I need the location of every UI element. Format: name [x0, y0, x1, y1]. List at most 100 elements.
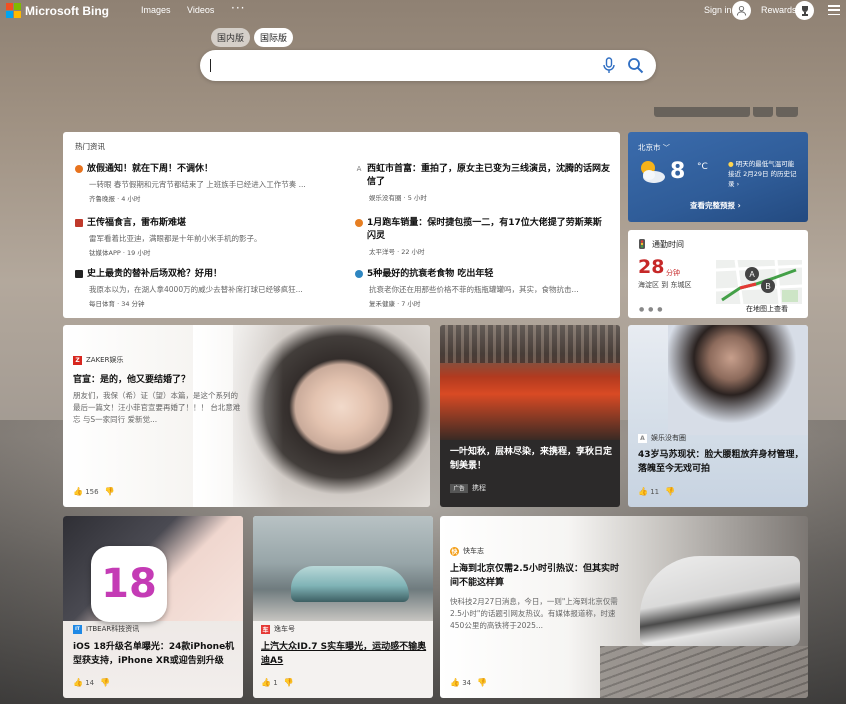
more-icon[interactable]: ··· — [231, 1, 245, 15]
news-card-id7s[interactable]: 车逸车号 上汽大众ID.7 S实车曝光，运动感不输奥迪A5 👍 1 👎 — [253, 516, 433, 698]
news-item[interactable]: 放假通知！就在下周！不调休！ 一转眼 春节假期和元宵节都结束了 上班族手已经进入… — [75, 163, 330, 203]
news-card-train[interactable]: 快快车志 上海到北京仅需2.5小时引热议：但其实时间不能这样算 快科技2月27日… — [440, 516, 808, 698]
source-icon — [75, 219, 83, 227]
weather-city[interactable]: 北京市 ﹀ — [638, 142, 670, 153]
card-snippet: 朋友们，我保（希）证（望）本篇，是这个系列的最后一篇文！汪小菲官宣要再婚了！！！… — [73, 391, 241, 424]
search-box[interactable] — [200, 50, 656, 81]
news-card-wedding[interactable]: Z ZAKER娱乐 官宣：是的，他又要结婚了？ 朋友们，我保（希）证（望）本篇，是… — [63, 325, 430, 507]
source-icon — [355, 270, 363, 278]
background-controls[interactable] — [654, 107, 798, 117]
top-header: Microsoft Bing Images Videos ··· Sign in… — [0, 0, 846, 22]
weather-alert[interactable]: ● 明天的最低气温可能接近 2月29日 的历史记录 › — [728, 159, 800, 189]
like-button[interactable]: 👍 1 — [261, 678, 278, 687]
user-icon — [736, 6, 747, 16]
map-marker-b: B — [765, 282, 770, 291]
card-source: IT ITBEAR科技资讯 — [73, 624, 139, 634]
microphone-icon[interactable] — [602, 57, 616, 74]
alert-icon: ● — [728, 160, 734, 168]
car-image — [291, 566, 409, 602]
commute-minutes-label: 分钟 — [666, 269, 680, 277]
thumbs-down-icon[interactable]: 👎 — [477, 678, 487, 687]
commute-map[interactable]: A B — [716, 260, 802, 304]
nav-images[interactable]: Images — [141, 5, 171, 15]
region-tabs: 国内版 国际版 — [211, 28, 294, 47]
source-icon — [75, 165, 83, 173]
thumbs-up-icon: 👍 — [261, 678, 271, 687]
card-reactions: 👍 34 👎 — [450, 678, 487, 687]
full-forecast-link[interactable]: 查看完整预报 › — [690, 200, 741, 211]
chevron-down-icon: ﹀ — [662, 144, 670, 152]
card-title[interactable]: 上海到北京仅需2.5小时引热议：但其实时间不能这样算 — [450, 562, 620, 590]
news-item[interactable]: 1月跑车销量：保时捷包揽一二，有17位大佬提了劳斯莱斯闪灵 太平洋号 · 22 … — [355, 217, 610, 256]
logo-text: Microsoft Bing — [25, 3, 109, 18]
nav-videos[interactable]: Videos — [187, 5, 214, 15]
news-card-masu[interactable]: A 娱乐没有圈 43岁马苏现状：脸大腰粗放弃身材管理，落魄至今无戏可拍 👍 11 … — [628, 325, 808, 507]
partly-cloudy-icon — [641, 161, 665, 183]
card-source: 广告 携程 — [450, 483, 486, 493]
tab-international[interactable]: 国际版 — [254, 28, 294, 47]
source-icon: A — [638, 433, 647, 443]
thumbs-down-icon[interactable]: 👎 — [284, 678, 294, 687]
temperature-unit: °C — [697, 162, 708, 172]
map-marker-a: A — [749, 270, 755, 279]
weather-card[interactable]: 北京市 ﹀ 8 °C ● 明天的最低气温可能接近 2月29日 的历史记录 › 查… — [628, 132, 808, 222]
news-item[interactable]: 5种最好的抗衰老食物 吃出年轻 抗衰老你还在用那些价格不菲的瓶瓶罐罐吗，其实，食… — [355, 268, 610, 308]
card-title[interactable]: iOS 18升级名单曝光：24款iPhone机型获支持，iPhone XR或迎告… — [73, 640, 241, 668]
card-title[interactable]: 官宣：是的，他又要结婚了？ — [73, 373, 243, 387]
itbear-icon: IT — [73, 624, 82, 634]
hamburger-menu-icon[interactable] — [828, 5, 840, 15]
source-icon: 车 — [261, 624, 270, 634]
card-source: 车逸车号 — [261, 624, 295, 634]
card-snippet: 快科技2月27日消息，今日，一则"上海到北京仅需2.5小时"的话题引网友热议。有… — [450, 597, 618, 630]
source-icon: 快 — [450, 546, 459, 556]
card-title[interactable]: 一叶知秋，层林尽染，来携程，享秋日定制美景！ — [450, 445, 612, 473]
thumbs-up-icon: 👍 — [73, 487, 83, 496]
avatar[interactable] — [732, 1, 751, 20]
view-on-map-link[interactable]: 在地图上查看 — [746, 304, 788, 314]
temperature: 8 — [670, 159, 686, 184]
hot-news-card: 热门资讯 放假通知！就在下周！不调休！ 一转眼 春节假期和元宵节都结束了 上班族… — [63, 132, 620, 318]
ad-card-ctrip[interactable]: 一叶知秋，层林尽染，来携程，享秋日定制美景！ 广告 携程 — [440, 325, 620, 507]
train-image — [640, 556, 800, 646]
tab-domestic[interactable]: 国内版 — [211, 28, 251, 47]
microsoft-logo-icon — [6, 3, 21, 18]
commute-minutes: 28 — [638, 256, 665, 278]
traffic-light-icon — [639, 239, 645, 249]
card-reactions: 👍 14 👎 — [73, 678, 110, 687]
bing-logo[interactable]: Microsoft Bing — [6, 3, 109, 18]
card-title[interactable]: 43岁马苏现状：脸大腰粗放弃身材管理，落魄至今无戏可拍 — [638, 448, 804, 476]
thumbs-down-icon[interactable]: 👎 — [100, 678, 110, 687]
news-item[interactable]: 史上最贵的替补后场双枪？好用！ 我原本以为，在湖人拿4000万的威少去替补席打球… — [75, 268, 330, 308]
text-caret — [210, 59, 211, 72]
thumbs-down-icon[interactable]: 👎 — [665, 487, 675, 496]
source-icon — [355, 219, 363, 227]
like-button[interactable]: 👍 11 — [638, 487, 659, 496]
card-source: A 娱乐没有圈 — [638, 433, 686, 443]
commute-card[interactable]: 通勤时间 28 分钟 海淀区 到 东城区 A B ● ● ● 在地图上查看 — [628, 230, 808, 318]
search-icon[interactable] — [627, 57, 644, 74]
source-icon: A — [355, 165, 363, 173]
carousel-dots[interactable]: ● ● ● — [639, 306, 664, 313]
thumbs-up-icon: 👍 — [450, 678, 460, 687]
source-icon — [75, 270, 83, 278]
news-item[interactable]: A 西虹市首富：重拍了，原女主已变为三线演员，沈腾的话网友信了 娱乐没有圈 · 5… — [355, 163, 610, 202]
news-card-ios18[interactable]: 18 IT ITBEAR科技资讯 iOS 18升级名单曝光：24款iPhone机型… — [63, 516, 243, 698]
thumbs-up-icon: 👍 — [638, 487, 648, 496]
card-source: Z ZAKER娱乐 — [73, 355, 123, 365]
thumbs-down-icon[interactable]: 👎 — [105, 487, 115, 496]
like-button[interactable]: 👍 34 — [450, 678, 471, 687]
commute-title: 通勤时间 — [652, 240, 684, 249]
like-button[interactable]: 👍 14 — [73, 678, 94, 687]
search-input[interactable] — [214, 56, 594, 75]
card-reactions: 👍 11 👎 — [638, 487, 675, 496]
commute-route: 海淀区 到 东城区 — [638, 281, 692, 289]
news-item[interactable]: 王传福食言，雷布斯难堪 雷军看着比亚迪，满眼都是十年前小米手机的影子。 钛媒体A… — [75, 217, 330, 257]
card-title[interactable]: 上汽大众ID.7 S实车曝光，运动感不输奥迪A5 — [261, 640, 427, 668]
signin-link[interactable]: Sign in — [704, 5, 732, 15]
zaker-icon: Z — [73, 355, 82, 365]
rewards-link[interactable]: Rewards — [761, 5, 797, 15]
thumbs-up-icon: 👍 — [73, 678, 83, 687]
card-image — [668, 325, 808, 435]
rewards-trophy-icon[interactable] — [795, 1, 814, 20]
like-button[interactable]: 👍 156 — [73, 487, 99, 496]
